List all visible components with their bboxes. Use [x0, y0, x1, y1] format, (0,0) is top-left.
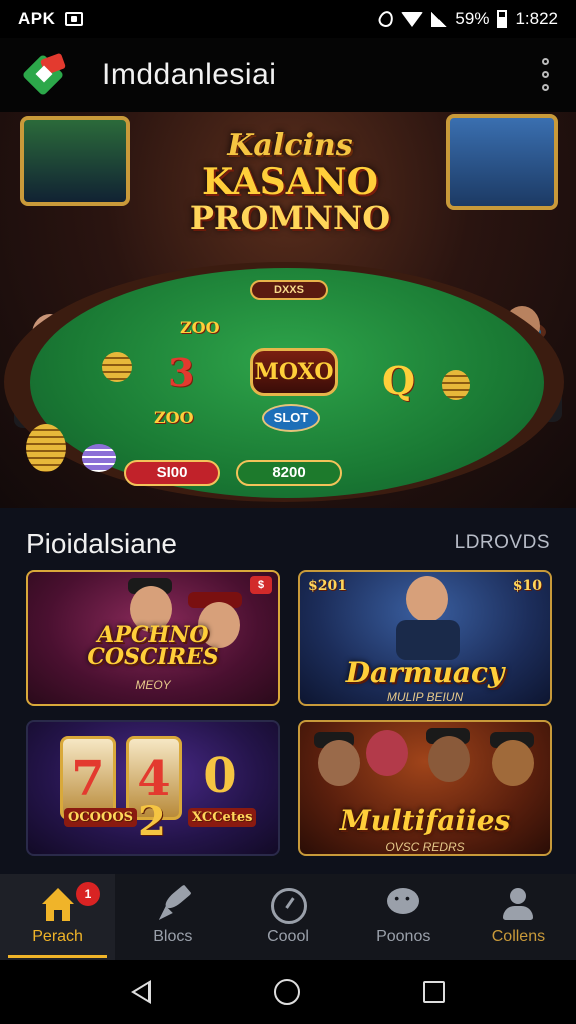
battery-percent: 59% [455, 9, 490, 28]
game-card[interactable]: $ APCHNO COSCIRES MEOY [26, 570, 280, 706]
battery-icon [497, 10, 508, 28]
card-corner-left: $201 [308, 578, 347, 594]
chip-label-b: 3 [168, 350, 195, 395]
slot-machine-screen-right [446, 114, 558, 210]
card-character-2-icon [366, 730, 408, 776]
card-character-icon [318, 740, 360, 786]
card-character-4-icon [492, 740, 534, 786]
hero-title-line2: KASANO [202, 161, 378, 203]
slot-machine-screen-left [20, 116, 130, 206]
nav-item-poonos[interactable]: Poonos [346, 874, 461, 960]
home-icon [40, 888, 76, 922]
rocket-icon [155, 888, 191, 922]
nav-item-coool[interactable]: Coool [230, 874, 345, 960]
card-tag-right: XCCetes [188, 808, 257, 827]
section-title: Pioidalsiane [26, 528, 177, 559]
nfc-icon [377, 9, 396, 29]
app-bar: Imddanlesiai [0, 38, 576, 112]
nav-label: Blocs [153, 928, 193, 945]
card-character-3-icon [428, 736, 470, 782]
nav-label: Collens [491, 928, 546, 945]
game-subtitle: OVSC REDRS [385, 840, 465, 854]
nav-item-collens[interactable]: Collens [461, 874, 576, 960]
game-title: Darmuacy [345, 656, 505, 689]
card-corner-badge: $ [250, 576, 272, 594]
bet-red-button[interactable]: SI00 [124, 460, 220, 486]
hero-banner[interactable]: Kalcins KASANO PROMNNO DXXS ZOO 3 Q ZOO … [0, 112, 576, 508]
app-title: Imddanlesiai [102, 58, 277, 91]
section-see-all-link[interactable]: LDROVDS [455, 532, 550, 554]
game-card[interactable]: Multifaiies OVSC REDRS [298, 720, 552, 856]
bet-green-button[interactable]: 8200 [236, 460, 342, 486]
table-top-badge: DXXS [250, 280, 328, 300]
card-character-icon [406, 576, 448, 622]
chip-stack-right-icon [442, 370, 470, 400]
system-navigation-bar [0, 960, 576, 1024]
chat-icon [385, 888, 421, 922]
nav-label: Coool [267, 928, 309, 945]
card-suit-icon [396, 620, 460, 660]
carrier-label: APK [18, 9, 56, 28]
wifi-icon [401, 11, 424, 27]
game-title: Multifaiies [339, 804, 511, 837]
chip-stack-icon [26, 424, 66, 472]
chip-stack-purple-icon [82, 444, 116, 472]
game-card[interactable]: $201 $10 Darmuacy MULIP BEIUN [298, 570, 552, 706]
slot-badge[interactable]: SLOT [262, 404, 320, 432]
game-card[interactable]: 7 4 0 OCOOOS 2 XCCetes [26, 720, 280, 856]
status-bar: APK 59% 1:822 [0, 0, 576, 38]
game-subtitle: MEOY [135, 678, 171, 692]
card-corner-right: $10 [512, 578, 542, 594]
chip-label-a: ZOO [180, 318, 220, 337]
nav-item-home[interactable]: 1 Perach [0, 874, 116, 960]
hero-title: Kalcins KASANO PROMNNO [180, 128, 400, 235]
center-game-badge[interactable]: MOXO [250, 348, 338, 396]
home-circle-icon[interactable] [273, 979, 300, 1005]
nav-label: Perach [32, 928, 83, 945]
bottom-navigation: 1 Perach Blocs Coool Poonos Collens [0, 874, 576, 960]
recent-apps-icon[interactable] [422, 981, 445, 1003]
nav-item-blocs[interactable]: Blocs [115, 874, 230, 960]
card-tag-left: OCOOOS [64, 808, 138, 827]
chip-label-d: ZOO [154, 408, 194, 427]
notification-icon [65, 12, 84, 26]
clock: 1:822 [515, 9, 558, 28]
user-icon [500, 888, 536, 922]
chip-label-c: Q [382, 358, 416, 403]
chip-stack-small-icon [102, 352, 132, 382]
back-icon[interactable] [131, 980, 152, 1004]
game-subtitle: MULIP BEIUN [386, 690, 464, 704]
card-big-number: 2 [138, 798, 166, 845]
more-options-icon[interactable] [536, 58, 554, 92]
hero-title-line1: Kalcins [227, 128, 353, 163]
app-logo-icon[interactable] [21, 52, 68, 98]
game-title: APCHNO COSCIRES [87, 622, 219, 670]
notification-badge: 1 [76, 882, 100, 906]
signal-icon [431, 11, 448, 27]
nav-label: Poonos [376, 928, 431, 945]
clock-icon [270, 888, 307, 924]
hero-title-line3: PROMNNO [189, 199, 391, 237]
